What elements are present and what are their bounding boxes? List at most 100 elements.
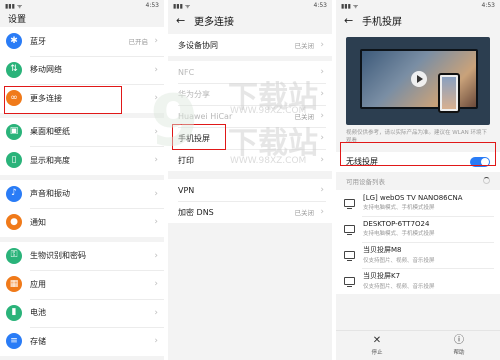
- settings-item-storage[interactable]: ≡ 存储 ›: [0, 327, 164, 356]
- item-status: 已关闭: [294, 209, 315, 217]
- chevron-right-icon: ›: [154, 217, 158, 228]
- device-name: DESKTOP-6TT7O24: [363, 220, 430, 229]
- item-label: NFC: [178, 67, 195, 77]
- chevron-right-icon: ›: [320, 89, 324, 99]
- more-connections-icon: ∞: [6, 90, 22, 107]
- bluetooth-icon: ✱: [6, 33, 22, 50]
- signal-indicator: ▮▮▮ ᯤ: [341, 2, 359, 10]
- chevron-right-icon: ›: [154, 279, 158, 290]
- chevron-right-icon: ›: [320, 67, 324, 77]
- page-header: ← 更多连接: [168, 11, 332, 29]
- chevron-right-icon: ›: [154, 93, 158, 104]
- device-item[interactable]: [LG] webOS TV NANO86CNA 支持电脑模式、手机模式投屏: [336, 189, 500, 216]
- item-label: 华为分享: [178, 89, 210, 99]
- settings-item-mobile-network[interactable]: ⇅ 移动网络 ›: [0, 55, 164, 85]
- chevron-right-icon: ›: [320, 155, 324, 165]
- wireless-projection-toggle[interactable]: [470, 156, 490, 167]
- settings-item-label: 移动网络: [30, 65, 62, 75]
- settings-group-system: ⚿ 生物识别和密码 › ▦ 应用 › ▮ 电池 › ≡ 存储 ›: [0, 241, 164, 356]
- settings-item-label: 更多连接: [30, 93, 62, 103]
- loading-spinner-icon: [483, 177, 490, 185]
- chevron-right-icon: ›: [320, 185, 324, 195]
- device-list: [LG] webOS TV NANO86CNA 支持电脑模式、手机模式投屏 DE…: [336, 189, 500, 294]
- settings-title: 设置: [8, 14, 27, 25]
- chevron-right-icon: ›: [154, 188, 158, 199]
- chevron-right-icon: ›: [154, 126, 158, 137]
- signal-indicator: ▮▮▮ ᯤ: [5, 2, 23, 10]
- item-label: 多设备协同: [178, 40, 218, 50]
- item-status: 已关闭: [294, 113, 315, 121]
- item-print[interactable]: 打印 ›: [168, 149, 332, 171]
- help-button[interactable]: ⓘ 帮助: [453, 334, 464, 356]
- settings-item-label: 生物识别和密码: [30, 251, 86, 261]
- device-capability: 支持电脑模式、手机模式投屏: [363, 205, 435, 212]
- stop-button[interactable]: ✕ 停止: [371, 334, 383, 356]
- screen-projection-screen: ▮▮▮ ᯤ 4:53 ← 手机投屏 视频仅供参考，请以实际产品为准。建议在 WL…: [336, 0, 500, 360]
- device-capability: 仅支持图片、视频、音乐投屏: [363, 258, 435, 265]
- status-time: 4:53: [481, 2, 495, 9]
- item-label: VPN: [178, 185, 195, 195]
- device-item[interactable]: DESKTOP-6TT7O24 支持电脑模式、手机模式投屏: [336, 215, 500, 242]
- info-icon: ⓘ: [453, 334, 464, 346]
- settings-item-apps[interactable]: ▦ 应用 ›: [0, 270, 164, 299]
- chevron-right-icon: ›: [320, 133, 324, 143]
- status-bar: ▮▮▮ ᯤ 4:53: [168, 0, 332, 11]
- settings-item-biometrics[interactable]: ⚿ 生物识别和密码 ›: [0, 242, 164, 271]
- bottom-action-bar: ✕ 停止 ⓘ 帮助: [336, 330, 500, 360]
- device-capability: 仅支持图片、视频、音乐投屏: [363, 284, 435, 291]
- device-item[interactable]: 当贝投屏K7 仅支持图片、视频、音乐投屏: [336, 267, 500, 294]
- item-nfc[interactable]: NFC ›: [168, 61, 332, 83]
- close-icon: ✕: [372, 334, 382, 346]
- settings-item-more-connections[interactable]: ∞ 更多连接 ›: [0, 84, 164, 113]
- settings-item-battery[interactable]: ▮ 电池 ›: [0, 298, 164, 328]
- item-multi-device[interactable]: 多设备协同 已关闭 ›: [168, 34, 332, 56]
- tv-icon: [344, 224, 355, 235]
- projection-preview-video[interactable]: [346, 37, 490, 125]
- page-title: 手机投屏: [362, 16, 402, 28]
- chevron-right-icon: ›: [154, 64, 158, 75]
- back-arrow-icon[interactable]: ←: [176, 15, 188, 26]
- settings-item-display[interactable]: ▯ 显示和亮度 ›: [0, 146, 164, 175]
- device-name: 当贝投屏K7: [363, 272, 401, 281]
- settings-item-notification[interactable]: ● 通知 ›: [0, 208, 164, 237]
- chevron-right-icon: ›: [320, 40, 324, 50]
- battery-icon: ▮: [6, 304, 22, 321]
- settings-group-connectivity: ✱ 蓝牙 已开启 › ⇅ 移动网络 › ∞ 更多连接 ›: [0, 27, 164, 113]
- settings-item-label: 蓝牙: [30, 36, 46, 46]
- chevron-right-icon: ›: [320, 111, 324, 121]
- status-bar: ▮▮▮ ᯤ 4:53: [0, 0, 164, 11]
- device-item[interactable]: 当贝投屏M8 仅支持图片、视频、音乐投屏: [336, 241, 500, 268]
- chevron-right-icon: ›: [154, 336, 158, 347]
- device-capability: 支持电脑模式、手机模式投屏: [363, 231, 435, 238]
- page-header: ← 手机投屏: [336, 11, 500, 29]
- signal-indicator: ▮▮▮ ᯤ: [173, 2, 191, 10]
- item-label: Huawei HiCar: [178, 111, 233, 121]
- item-huawei-share[interactable]: 华为分享 ›: [168, 83, 332, 105]
- wireless-projection-label: 无线投屏: [346, 157, 378, 167]
- item-encrypted-dns[interactable]: 加密 DNS 已关闭 ›: [168, 201, 332, 223]
- settings-item-label: 存储: [30, 336, 46, 346]
- device-list-header: 可用设备列表: [336, 172, 500, 190]
- settings-group-display: ▣ 桌面和壁纸 › ▯ 显示和亮度 ›: [0, 117, 164, 175]
- item-screen-projection[interactable]: 手机投屏 ›: [168, 127, 332, 149]
- back-arrow-icon[interactable]: ←: [344, 15, 356, 26]
- settings-item-bluetooth[interactable]: ✱ 蓝牙 已开启 ›: [0, 27, 164, 56]
- more-connections-group-2: NFC › 华为分享 › Huawei HiCar 已关闭 › 手机投屏 › 打…: [168, 61, 332, 171]
- preview-description: 视频仅供参考，请以实际产品为准。建议在 WLAN 环境下观看: [346, 130, 488, 144]
- more-connections-screen: ▮▮▮ ᯤ 4:53 ← 更多连接 多设备协同 已关闭 › NFC › 华为分享…: [168, 0, 332, 360]
- stop-label: 停止: [371, 349, 383, 356]
- settings-item-sound[interactable]: ♪ 声音和振动 ›: [0, 180, 164, 209]
- settings-item-wallpaper[interactable]: ▣ 桌面和壁纸 ›: [0, 118, 164, 147]
- notification-icon: ●: [6, 214, 22, 231]
- item-vpn[interactable]: VPN ›: [168, 179, 332, 201]
- wallpaper-icon: ▣: [6, 123, 22, 140]
- page-title: 设置: [0, 11, 164, 25]
- chevron-right-icon: ›: [154, 250, 158, 261]
- apps-icon: ▦: [6, 276, 22, 293]
- phone-illustration: [438, 73, 460, 113]
- item-label: 打印: [178, 155, 194, 165]
- more-connections-group-1: 多设备协同 已关闭 ›: [168, 34, 332, 56]
- settings-item-label: 电池: [30, 308, 46, 318]
- tv-icon: [344, 198, 355, 209]
- item-hicar[interactable]: Huawei HiCar 已关闭 ›: [168, 105, 332, 127]
